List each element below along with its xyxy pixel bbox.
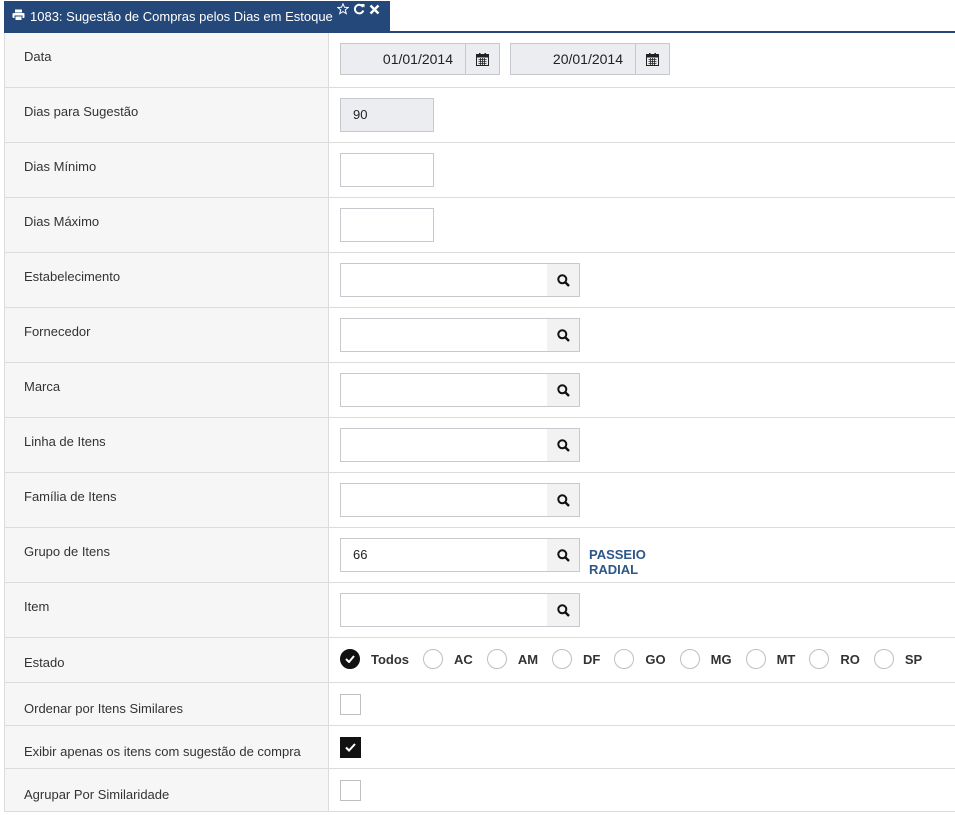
- search-icon: [556, 383, 570, 397]
- estabelecimento-search-button[interactable]: [547, 263, 580, 297]
- tab-bar: 1083: Sugestão de Compras pelos Dias em …: [0, 0, 955, 33]
- tab-title: 1083: Sugestão de Compras pelos Dias em …: [30, 9, 333, 24]
- estado-radio-group: Todos AC AM DF GO MG MT RO SP: [340, 649, 936, 669]
- radio-estado-mg[interactable]: MG: [679, 649, 732, 669]
- label-dias-sugestao: Dias para Sugestão: [24, 104, 139, 119]
- radio-estado-ro[interactable]: RO: [809, 649, 860, 669]
- row-grupo-itens: Grupo de Itens 66 PASSEIO RADIAL: [4, 528, 955, 583]
- report-form: Data 01/01/2014 20/01/2014 Dias para Sug…: [4, 33, 955, 812]
- row-familia-itens: Família de Itens: [4, 473, 955, 528]
- radio-estado-go[interactable]: GO: [614, 649, 666, 669]
- calendar-icon: [476, 52, 489, 66]
- refresh-icon[interactable]: [353, 3, 365, 18]
- row-exibir-sugestao: Exibir apenas os itens com sugestão de c…: [4, 726, 955, 769]
- search-icon: [556, 493, 570, 507]
- check-icon: [340, 649, 360, 669]
- label-agrupar-similaridade: Agrupar Por Similaridade: [24, 787, 170, 802]
- close-icon[interactable]: [369, 3, 380, 18]
- row-fornecedor: Fornecedor: [4, 308, 955, 363]
- exibir-sugestao-checkbox[interactable]: [340, 737, 361, 758]
- check-icon: [345, 743, 356, 752]
- radio-estado-ac[interactable]: AC: [423, 649, 473, 669]
- search-icon: [556, 328, 570, 342]
- ordenar-similares-checkbox[interactable]: [340, 694, 361, 715]
- label-estado: Estado: [24, 655, 65, 670]
- label-dias-maximo: Dias Máximo: [24, 214, 100, 229]
- label-linha-itens: Linha de Itens: [24, 434, 106, 449]
- start-date-input[interactable]: 01/01/2014: [340, 43, 466, 75]
- label-grupo-itens: Grupo de Itens: [24, 544, 110, 559]
- marca-search-button[interactable]: [547, 373, 580, 407]
- row-item: Item: [4, 583, 955, 638]
- linha-itens-input[interactable]: [340, 428, 548, 462]
- label-exibir-sugestao: Exibir apenas os itens com sugestão de c…: [24, 744, 301, 759]
- row-linha-itens: Linha de Itens: [4, 418, 955, 473]
- row-estabelecimento: Estabelecimento: [4, 253, 955, 308]
- search-icon: [556, 438, 570, 452]
- row-agrupar-similaridade: Agrupar Por Similaridade: [4, 769, 955, 812]
- search-icon: [556, 548, 570, 562]
- report-tab[interactable]: 1083: Sugestão de Compras pelos Dias em …: [4, 1, 390, 32]
- label-familia-itens: Família de Itens: [24, 489, 117, 504]
- familia-itens-search-button[interactable]: [547, 483, 580, 517]
- radio-estado-df[interactable]: DF: [552, 649, 600, 669]
- item-search-button[interactable]: [547, 593, 580, 627]
- grupo-itens-search-button[interactable]: [547, 538, 580, 572]
- row-estado: Estado Todos AC AM DF GO MG MT RO SP: [4, 638, 955, 683]
- search-icon: [556, 273, 570, 287]
- row-dias-sugestao: Dias para Sugestão 90: [4, 88, 955, 143]
- dias-minimo-input[interactable]: [340, 153, 434, 187]
- label-ordenar-similares: Ordenar por Itens Similares: [24, 701, 183, 716]
- label-fornecedor: Fornecedor: [24, 324, 91, 339]
- agrupar-similaridade-checkbox[interactable]: [340, 780, 361, 801]
- label-estabelecimento: Estabelecimento: [24, 269, 121, 284]
- search-icon: [556, 603, 570, 617]
- start-date-calendar-button[interactable]: [466, 43, 500, 75]
- grupo-itens-description: PASSEIO RADIAL: [589, 547, 646, 577]
- radio-estado-am[interactable]: AM: [486, 649, 538, 669]
- label-item: Item: [24, 599, 50, 614]
- radio-estado-mt[interactable]: MT: [745, 649, 795, 669]
- end-date-calendar-button[interactable]: [636, 43, 670, 75]
- end-date-input[interactable]: 20/01/2014: [510, 43, 636, 75]
- estabelecimento-input[interactable]: [340, 263, 548, 297]
- label-dias-minimo: Dias Mínimo: [24, 159, 97, 174]
- calendar-icon: [646, 52, 659, 66]
- star-icon[interactable]: [336, 2, 350, 18]
- radio-estado-todos[interactable]: Todos: [340, 649, 409, 669]
- row-dias-minimo: Dias Mínimo: [4, 143, 955, 198]
- linha-itens-search-button[interactable]: [547, 428, 580, 462]
- dias-maximo-input[interactable]: [340, 208, 434, 242]
- item-input[interactable]: [340, 593, 548, 627]
- print-icon[interactable]: [12, 9, 25, 24]
- familia-itens-input[interactable]: [340, 483, 548, 517]
- row-ordenar-similares: Ordenar por Itens Similares: [4, 683, 955, 726]
- row-dias-maximo: Dias Máximo: [4, 198, 955, 253]
- dias-sugestao-input[interactable]: 90: [340, 98, 434, 132]
- fornecedor-input[interactable]: [340, 318, 548, 352]
- row-marca: Marca: [4, 363, 955, 418]
- grupo-itens-input[interactable]: 66: [340, 538, 548, 572]
- marca-input[interactable]: [340, 373, 548, 407]
- label-data: Data: [24, 49, 52, 64]
- label-marca: Marca: [24, 379, 61, 394]
- radio-estado-sp[interactable]: SP: [873, 649, 922, 669]
- row-data: Data 01/01/2014 20/01/2014: [4, 33, 955, 88]
- fornecedor-search-button[interactable]: [547, 318, 580, 352]
